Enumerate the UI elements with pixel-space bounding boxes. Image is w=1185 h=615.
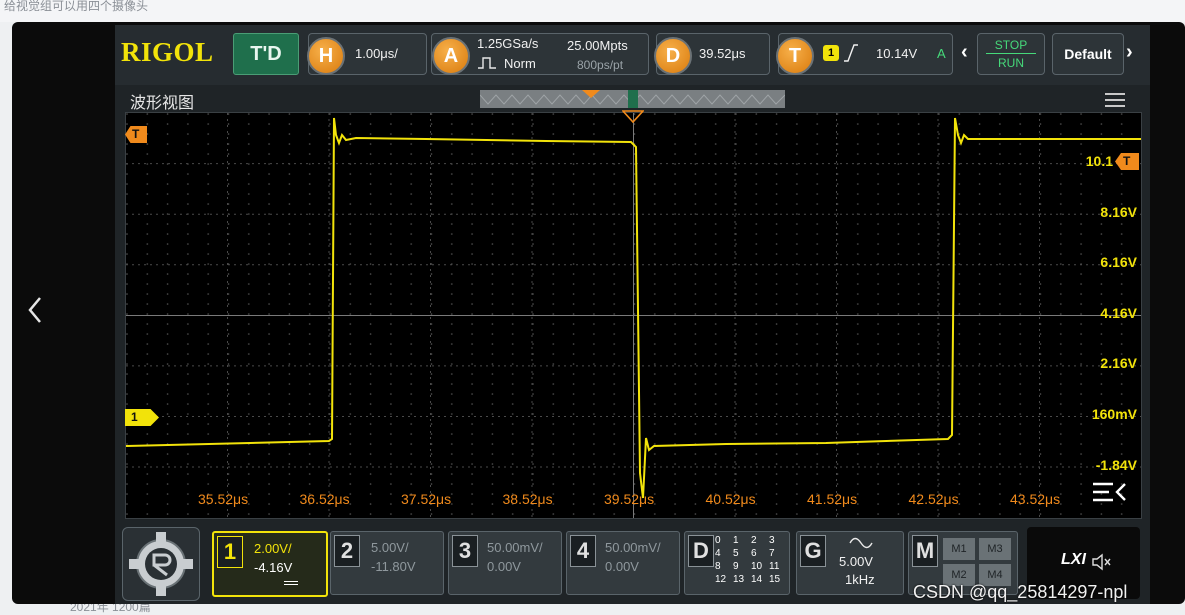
x-axis-label: 37.52μs <box>401 491 452 507</box>
y-axis-label: 10.1 <box>1085 153 1113 169</box>
menu-icon[interactable] <box>1105 93 1125 107</box>
generator-panel[interactable]: G 5.00V 1kHz <box>796 531 904 595</box>
trigger-marker-label: T <box>1123 154 1131 168</box>
x-axis-label: 35.52μs <box>198 491 249 507</box>
trigger-position-marker[interactable] <box>622 110 644 124</box>
x-axis-label: 42.52μs <box>908 491 959 507</box>
chevron-right-icon[interactable]: › <box>1126 41 1133 64</box>
digital-channel-number: 14 <box>751 574 763 585</box>
digital-channel-number: 5 <box>733 548 739 559</box>
channel-1-scale: 2.00V/ <box>254 541 292 556</box>
channel-4-panel[interactable]: 4 50.00mV/ 0.00V <box>566 531 680 595</box>
acquire-mode-value: Norm <box>504 56 536 71</box>
waveform-overview-bar[interactable] <box>479 90 786 108</box>
waveform-grid[interactable] <box>125 112 1142 519</box>
watermark: CSDN @qq_25814297-npl <box>913 582 1128 602</box>
trigger-source-badge: 1 <box>823 45 839 61</box>
chevron-left-icon[interactable]: ‹ <box>961 41 968 64</box>
channel-1-marker-label: 1 <box>131 410 138 424</box>
channel-3-panel[interactable]: 3 50.00mV/ 0.00V <box>448 531 562 595</box>
channel-3-scale: 50.00mV/ <box>487 540 543 555</box>
y-axis-label: 2.16V <box>1100 355 1137 372</box>
x-axis-label: 43.52μs <box>1010 491 1061 507</box>
gear-icon <box>129 532 193 596</box>
x-axis-label: 41.52μs <box>807 491 858 507</box>
trigger-key-icon[interactable]: T <box>776 37 814 75</box>
generator-frequency: 1kHz <box>845 572 875 587</box>
channel-4-scale: 50.00mV/ <box>605 540 661 555</box>
math-m3-button[interactable]: M3 <box>979 538 1011 560</box>
trigger-marker-label: T <box>132 127 140 141</box>
digital-channel-number: 1 <box>733 535 739 546</box>
digital-channel-number: 13 <box>733 574 745 585</box>
x-axis-label: 38.52μs <box>502 491 553 507</box>
resolution-value: 800ps/pt <box>577 58 624 72</box>
td-mode-button[interactable]: T'D <box>233 33 299 75</box>
y-axis-label: -1.84V <box>1095 456 1137 473</box>
digital-channel-number: 12 <box>715 574 727 585</box>
generator-amplitude: 5.00V <box>839 554 873 569</box>
channel-2-offset: -11.80V <box>371 559 416 574</box>
digital-channel-number: 10 <box>751 561 763 572</box>
overview-wave <box>479 90 786 108</box>
digital-channels-panel[interactable]: D 0 1 2 3 4 5 6 7 8 9 10 11 12 13 14 15 <box>684 531 790 595</box>
background-page <box>0 0 1185 22</box>
x-axis-label: 36.52μs <box>299 491 350 507</box>
waveform-view-title: 波形视图 <box>130 95 195 112</box>
sample-rate-value: 1.25GSa/s <box>477 36 539 51</box>
x-axis-label: 39.52μs <box>604 491 655 507</box>
digital-channel-number: 3 <box>769 535 775 546</box>
collapse-menu-icon[interactable] <box>1091 480 1127 504</box>
digital-channel-number: 8 <box>715 561 721 572</box>
channel-1-panel[interactable]: 1 2.00V/ -4.16V <box>212 531 328 597</box>
digital-channel-number: 6 <box>751 548 757 559</box>
memory-depth-value: 25.00Mpts <box>567 38 628 53</box>
digital-channel-number: 11 <box>769 561 780 572</box>
background-text: 给视觉组可以用四个摄像头 <box>4 0 149 13</box>
speaker-muted-icon <box>1092 553 1111 571</box>
y-axis-label: 6.16V <box>1100 254 1137 271</box>
acquire-mode-icon <box>478 57 496 69</box>
digital-channel-number: 7 <box>769 548 775 559</box>
chevron-left-icon <box>28 297 41 323</box>
channel-3-offset: 0.00V <box>487 559 521 574</box>
x-axis-label: 40.52μs <box>705 491 756 507</box>
rising-edge-icon <box>844 44 858 62</box>
y-axis-label: 8.16V <box>1100 203 1137 220</box>
channel-1-offset: -4.16V <box>254 560 293 575</box>
channel-4-offset: 0.00V <box>605 559 639 574</box>
channel-2-panel[interactable]: 2 5.00V/ -11.80V <box>330 531 444 595</box>
sine-wave-icon <box>849 537 873 549</box>
stop-run-button[interactable]: STOP RUN <box>977 33 1045 75</box>
trigger-level-value: 10.14V <box>876 46 918 61</box>
y-axis-label: 160mV <box>1091 406 1137 422</box>
trigger-status: A <box>937 46 946 61</box>
y-axis-label: 4.16V <box>1100 304 1137 321</box>
digital-channel-number: 9 <box>733 561 739 572</box>
acquire-key-icon[interactable]: A <box>432 37 470 75</box>
digital-channel-number: 15 <box>769 574 781 585</box>
graticule <box>125 113 1141 518</box>
brand-logo: RIGOL <box>121 37 214 67</box>
oscilloscope-screen: RIGOL T'D H 1.00μs/ A 1.25GSa/s Norm 25.… <box>115 25 1150 604</box>
channel-2-scale: 5.00V/ <box>371 540 409 555</box>
digital-channel-number: 2 <box>751 535 757 546</box>
horizontal-key-icon[interactable]: H <box>307 37 345 75</box>
delay-key-icon[interactable]: D <box>654 37 692 75</box>
settings-gear-button[interactable] <box>122 527 200 601</box>
default-button[interactable]: Default <box>1052 33 1124 75</box>
digital-channel-number: 0 <box>715 535 721 546</box>
prev-image-button[interactable] <box>22 296 48 330</box>
math-m1-button[interactable]: M1 <box>943 538 975 560</box>
delay-value: 39.52μs <box>699 46 746 61</box>
lxi-logo: LXI <box>1061 551 1086 568</box>
digital-channel-number: 4 <box>715 548 721 559</box>
horizontal-scale-value: 1.00μs/ <box>355 46 398 61</box>
